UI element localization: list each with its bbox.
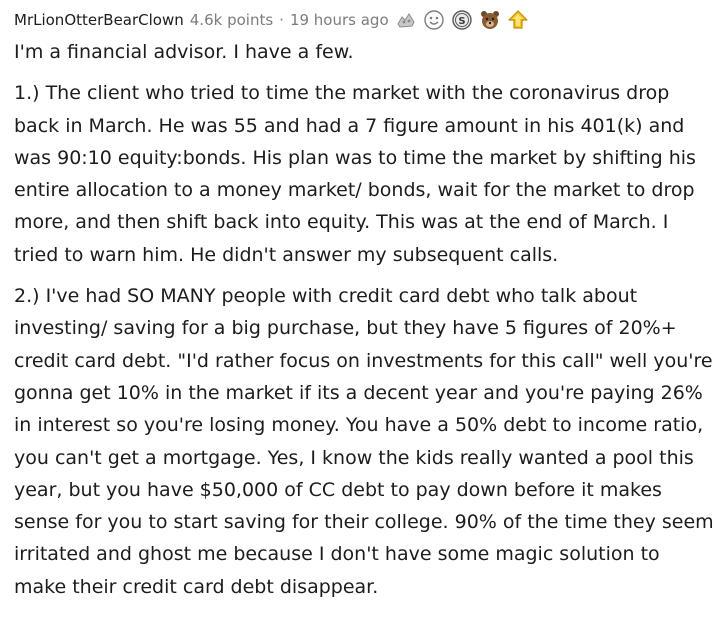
comment-timestamp[interactable]: 19 hours ago bbox=[290, 6, 389, 34]
author-username[interactable]: MrLionOtterBearClown bbox=[14, 6, 184, 34]
comment-body: I'm a financial advisor. I have a few. 1… bbox=[14, 36, 714, 603]
smiling-face-award-icon[interactable] bbox=[423, 9, 445, 31]
silver-award-icon[interactable] bbox=[395, 9, 417, 31]
comment-meta: MrLionOtterBearClown 4.6k points · 19 ho… bbox=[14, 6, 714, 34]
comment-points: 4.6k points bbox=[189, 11, 274, 29]
gold-arrow-award-icon[interactable] bbox=[507, 9, 529, 31]
meta-separator: · bbox=[279, 11, 284, 29]
bear-award-icon[interactable] bbox=[479, 9, 501, 31]
comment-paragraph: I'm a financial advisor. I have a few. bbox=[14, 41, 354, 63]
comment: MrLionOtterBearClown 4.6k points · 19 ho… bbox=[14, 6, 714, 612]
awards-list: S bbox=[395, 9, 529, 31]
comment-paragraph: 1.) The client who tried to time the mar… bbox=[14, 82, 696, 266]
comment-paragraph: 2.) I've had SO MANY people with credit … bbox=[14, 285, 714, 598]
dollar-coin-award-icon[interactable]: S bbox=[451, 9, 473, 31]
svg-text:S: S bbox=[458, 16, 465, 27]
